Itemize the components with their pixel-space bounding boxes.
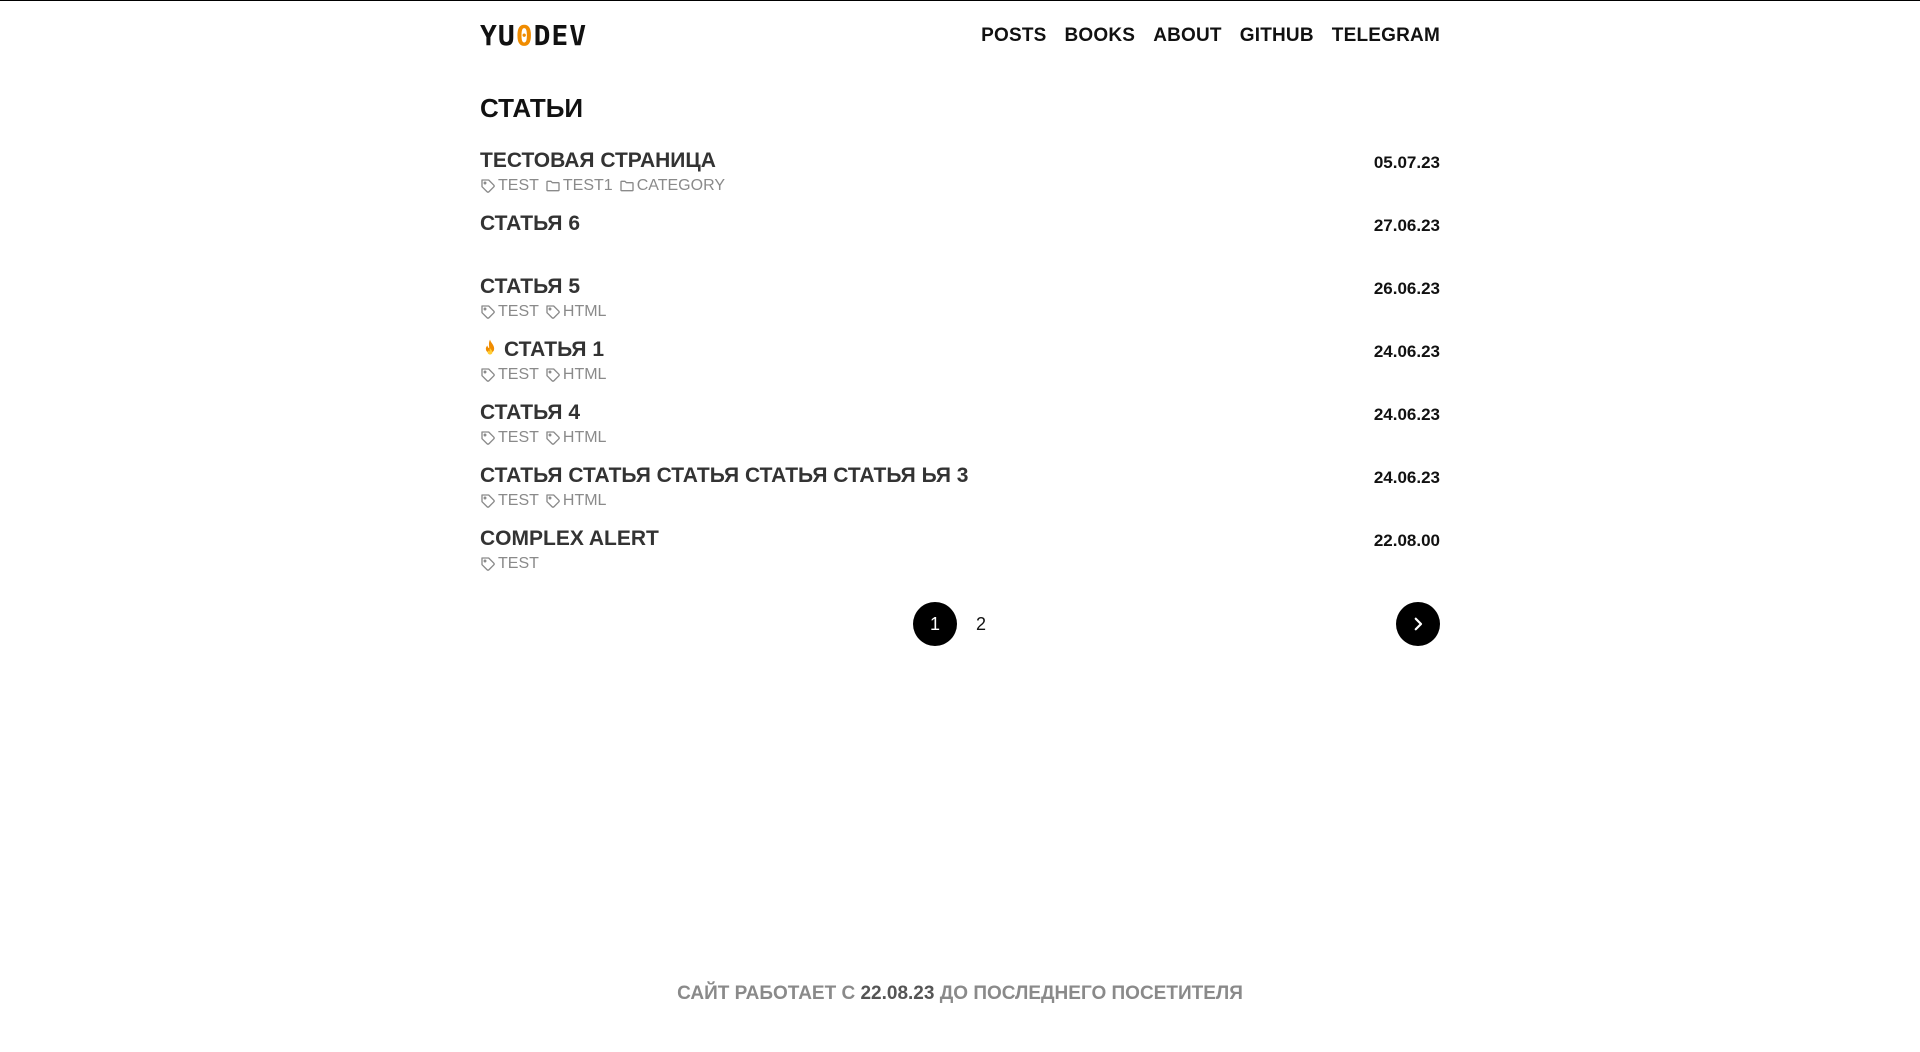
tag-icon <box>546 368 560 382</box>
post-title[interactable]: СТАТЬЯ 6 <box>480 210 580 238</box>
post-title-text: СТАТЬЯ 6 <box>480 212 580 235</box>
post-tag[interactable]: TEST <box>480 429 539 447</box>
post-title[interactable]: СТАТЬЯ СТАТЬЯ СТАТЬЯ СТАТЬЯ СТАТЬЯ ЬЯ 3 <box>480 462 969 490</box>
post-date: 24.06.23 <box>1373 468 1440 487</box>
post-tag[interactable]: HTML <box>545 303 607 321</box>
footer-date: 22.08.23 <box>860 983 935 1004</box>
tag-label: CATEGORY <box>636 177 725 194</box>
site-footer: САЙТ РАБОТАЕТ С 22.08.23 ДО ПОСЛЕДНЕГО П… <box>0 983 1920 1005</box>
post-title-text: СТАТЬЯ 4 <box>480 401 580 424</box>
post-category[interactable]: CATEGORY <box>619 177 725 195</box>
footer-prefix: САЙТ РАБОТАЕТ С <box>677 983 856 1004</box>
post-title[interactable]: СТАТЬЯ 4 <box>480 399 580 427</box>
tag-label: HTML <box>562 429 607 446</box>
tag-label: TEST <box>498 303 539 320</box>
post-tag[interactable]: TEST <box>480 303 539 321</box>
tag-icon <box>546 305 560 319</box>
post-date: 22.08.00 <box>1373 531 1440 550</box>
post-title-text: СТАТЬЯ СТАТЬЯ СТАТЬЯ СТАТЬЯ СТАТЬЯ ЬЯ 3 <box>480 464 969 487</box>
post-list: ТЕСТОВАЯ СТРАНИЦА 05.07.23 TEST TEST1 CATEGO… <box>480 147 1440 588</box>
post-item: СТАТЬЯ 6 27.06.23 <box>480 210 1440 273</box>
page-link[interactable]: 2 <box>966 602 996 646</box>
post-tags: TEST HTML <box>480 364 1440 386</box>
post-category[interactable]: TEST1 <box>545 177 613 195</box>
post-title-text: ТЕСТОВАЯ СТРАНИЦА <box>480 149 716 172</box>
post-title-text: COMPLEX ALERT <box>480 527 659 550</box>
tag-icon <box>481 431 495 445</box>
post-tag[interactable]: HTML <box>545 429 607 447</box>
pagination: 1 2 <box>480 602 1440 646</box>
page-title: СТАТЬИ <box>480 93 584 123</box>
post-item: СТАТЬЯ СТАТЬЯ СТАТЬЯ СТАТЬЯ СТАТЬЯ ЬЯ 3 2… <box>480 462 1440 525</box>
post-date: 05.07.23 <box>1373 153 1440 172</box>
post-title[interactable]: COMPLEX ALERT <box>480 525 659 553</box>
post-tag[interactable]: TEST <box>480 492 539 510</box>
tag-icon <box>481 494 495 508</box>
tag-label: TEST <box>498 366 539 383</box>
post-date: 24.06.23 <box>1373 405 1440 424</box>
tag-icon <box>481 179 495 193</box>
post-tags: TEST HTML <box>480 427 1440 449</box>
folder-icon <box>620 180 634 192</box>
site-header: YU0DEV POSTS BOOKS ABOUT GITHUB TELEGRAM <box>480 1 1440 71</box>
nav-books[interactable]: BOOKS <box>1065 25 1136 47</box>
post-title[interactable]: СТАТЬЯ 5 <box>480 273 580 301</box>
post-title[interactable]: СТАТЬЯ 1 <box>480 336 604 364</box>
post-item: ТЕСТОВАЯ СТРАНИЦА 05.07.23 TEST TEST1 CATEGO… <box>480 147 1440 210</box>
post-tag[interactable]: TEST <box>480 555 539 573</box>
post-date: 26.06.23 <box>1373 279 1440 298</box>
tag-icon <box>546 494 560 508</box>
tag-label: HTML <box>562 303 607 320</box>
tag-label: HTML <box>562 366 607 383</box>
post-title[interactable]: ТЕСТОВАЯ СТРАНИЦА <box>480 147 716 175</box>
footer-suffix: ДО ПОСЛЕДНЕГО ПОСЕТИТЕЛЯ <box>939 983 1243 1004</box>
post-tag[interactable]: HTML <box>545 492 607 510</box>
post-item: СТАТЬЯ 5 26.06.23 TEST HTML <box>480 273 1440 336</box>
post-title-text: СТАТЬЯ 5 <box>480 275 580 298</box>
nav-posts[interactable]: POSTS <box>981 25 1046 47</box>
post-tags <box>480 238 1440 260</box>
folder-icon <box>546 180 560 192</box>
tag-icon <box>481 305 495 319</box>
chevron-right-icon <box>1414 617 1423 631</box>
site-logo[interactable]: YU0DEV <box>480 19 587 52</box>
tag-icon <box>546 431 560 445</box>
logo-accent: 0 <box>515 19 534 52</box>
tag-label: TEST1 <box>562 177 613 194</box>
nav-github[interactable]: GITHUB <box>1240 25 1314 47</box>
fire-icon <box>485 339 495 355</box>
post-title-text: СТАТЬЯ 1 <box>504 338 604 361</box>
nav-about[interactable]: ABOUT <box>1153 25 1222 47</box>
tag-icon <box>481 557 495 571</box>
post-tag[interactable]: TEST <box>480 177 539 195</box>
tag-label: TEST <box>498 177 539 194</box>
logo-prefix: YU <box>480 19 516 52</box>
page-container: YU0DEV POSTS BOOKS ABOUT GITHUB TELEGRAM… <box>480 1 1440 646</box>
post-date: 27.06.23 <box>1373 216 1440 235</box>
tag-label: TEST <box>498 429 539 446</box>
tag-label: TEST <box>498 492 539 509</box>
post-item: СТАТЬЯ 4 24.06.23 TEST HTML <box>480 399 1440 462</box>
page-current: 1 <box>913 602 957 646</box>
post-tags: TEST TEST1 CATEGORY <box>480 175 1440 197</box>
post-tag[interactable]: TEST <box>480 366 539 384</box>
tag-icon <box>481 368 495 382</box>
main-nav: POSTS BOOKS ABOUT GITHUB TELEGRAM <box>981 25 1440 47</box>
post-tags: TEST <box>480 553 1440 575</box>
post-tags: TEST HTML <box>480 301 1440 323</box>
logo-suffix: DEV <box>533 19 588 52</box>
post-item: СТАТЬЯ 1 24.06.23 TEST HTML <box>480 336 1440 399</box>
tag-label: HTML <box>562 492 607 509</box>
post-date: 24.06.23 <box>1373 342 1440 361</box>
next-page-button[interactable] <box>1396 602 1440 646</box>
post-tags: TEST HTML <box>480 490 1440 512</box>
tag-label: TEST <box>498 555 539 572</box>
nav-telegram[interactable]: TELEGRAM <box>1332 25 1440 47</box>
post-item: COMPLEX ALERT 22.08.00 TEST <box>480 525 1440 588</box>
post-tag[interactable]: HTML <box>545 366 607 384</box>
